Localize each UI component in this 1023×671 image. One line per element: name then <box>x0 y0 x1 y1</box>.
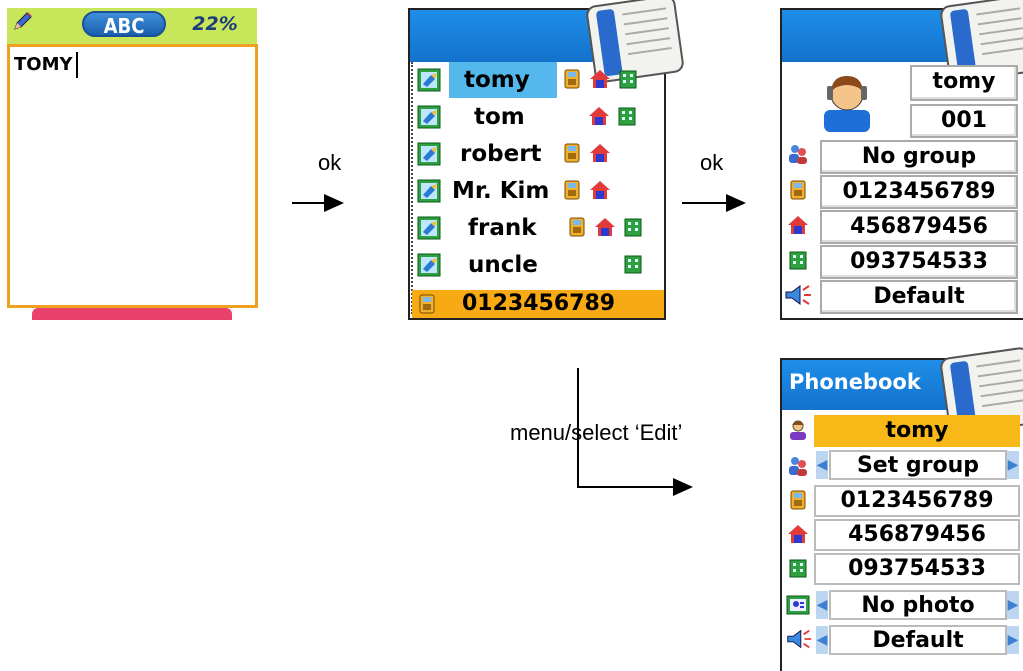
mobile-phone-icon <box>790 490 806 510</box>
home-icon <box>590 70 610 88</box>
photo-next-arrow[interactable]: ▶ <box>1007 591 1019 619</box>
contact-name[interactable]: uncle <box>468 250 538 280</box>
contact-card-icon <box>417 68 441 92</box>
office-icon <box>619 70 637 89</box>
office-icon <box>789 559 807 578</box>
arrow-1-head <box>324 194 344 212</box>
office-icon <box>624 255 642 274</box>
contact-group-field: No group <box>820 140 1018 174</box>
office-icon <box>624 218 642 237</box>
softkey-bar <box>32 308 232 320</box>
home-icon <box>788 525 808 543</box>
battery-level: 22% <box>192 13 238 35</box>
contact-name-field: tomy <box>910 65 1018 101</box>
contact-home-field: 456879456 <box>820 210 1018 244</box>
photo-icon <box>786 595 810 615</box>
pencil-icon <box>14 12 32 30</box>
contact-name[interactable]: robert <box>460 139 542 169</box>
arrow-3-head <box>673 478 693 496</box>
ringtone-next-arrow[interactable]: ▶ <box>1007 626 1019 654</box>
contact-name[interactable]: frank <box>468 213 537 243</box>
edit-photo-select[interactable]: No photo <box>829 590 1007 620</box>
mobile-phone-icon <box>419 294 435 314</box>
edit-office-field[interactable]: 093754533 <box>814 553 1020 585</box>
contact-name[interactable]: tom <box>474 102 525 132</box>
arrow-label-ok-1: ok <box>318 150 342 175</box>
ringtone-icon <box>787 629 812 649</box>
text-cursor <box>76 52 78 78</box>
contact-card-icon <box>417 253 441 277</box>
home-icon <box>590 181 610 199</box>
ringtone-icon <box>785 285 811 305</box>
page-title: Phonebook <box>789 370 921 394</box>
edit-home-field[interactable]: 456879456 <box>814 519 1020 551</box>
office-icon <box>789 251 807 270</box>
ringtone-prev-arrow[interactable]: ◀ <box>816 626 828 654</box>
edit-name-field[interactable]: tomy <box>814 415 1020 447</box>
arrow-label-ok-2: ok <box>700 150 724 175</box>
contact-card-icon <box>417 105 441 129</box>
arrow-label-edit: menu/select ‘Edit’ <box>510 420 683 445</box>
text-input-area[interactable] <box>7 44 258 308</box>
list-scroll-guide <box>411 62 416 314</box>
contact-avatar-icon <box>824 76 870 132</box>
group-next-arrow[interactable]: ▶ <box>1007 451 1019 479</box>
group-icon <box>789 145 807 164</box>
arrow-2-head <box>726 194 746 212</box>
input-text: TOMY <box>14 54 73 75</box>
mobile-icon <box>569 217 585 237</box>
contact-card-icon <box>417 179 441 203</box>
mobile-icon <box>564 180 580 200</box>
selected-number: 0123456789 <box>462 291 616 316</box>
mobile-icon <box>564 69 580 89</box>
arrow-2-shaft <box>682 202 728 204</box>
contact-name[interactable]: tomy <box>464 65 530 95</box>
edit-mobile-field[interactable]: 0123456789 <box>814 485 1020 517</box>
contact-index-field: 001 <box>910 104 1018 138</box>
contact-mobile-field: 0123456789 <box>820 175 1018 209</box>
input-mode-badge[interactable]: ABC <box>82 11 166 38</box>
office-icon <box>618 107 636 126</box>
contact-office-field: 093754533 <box>820 245 1018 279</box>
contact-ringtone-field: Default <box>820 280 1018 314</box>
group-prev-arrow[interactable]: ◀ <box>816 451 828 479</box>
person-icon <box>790 420 806 440</box>
home-icon <box>595 218 615 236</box>
home-icon <box>589 107 609 125</box>
contact-card-icon <box>417 216 441 240</box>
home-icon <box>590 144 610 162</box>
arrow-3-shaft <box>577 486 675 488</box>
home-icon <box>788 216 808 234</box>
mobile-phone-icon <box>790 180 806 200</box>
contact-card-icon <box>417 142 441 166</box>
edit-group-select[interactable]: Set group <box>829 450 1007 480</box>
contact-name[interactable]: Mr. Kim <box>452 176 549 206</box>
arrow-1-shaft <box>292 202 326 204</box>
edit-ringtone-select[interactable]: Default <box>829 625 1007 655</box>
mobile-icon <box>564 143 580 163</box>
group-icon <box>789 457 807 476</box>
photo-prev-arrow[interactable]: ◀ <box>816 591 828 619</box>
